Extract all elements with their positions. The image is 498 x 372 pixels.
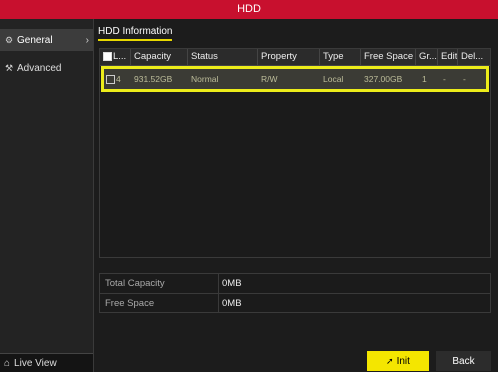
tools-icon: ⚒ [4,62,14,73]
home-icon: ⌂ [4,357,11,369]
sidebar-item-label: Advanced [17,62,62,74]
total-capacity-row: Total Capacity 0MB [100,274,490,293]
table-header: L... Capacity Status Property Type Free … [100,49,490,66]
sidebar-item-general[interactable]: ⚙ General › [0,29,93,51]
select-all-checkbox[interactable] [103,51,112,61]
column-header-edit[interactable]: Edit [438,49,458,65]
cursor-icon: ➚ [386,355,394,366]
column-header-type[interactable]: Type [320,49,361,65]
delete-icon[interactable]: - [461,69,481,89]
capacity-summary: Total Capacity 0MB Free Space 0MB [99,273,491,313]
tab-hdd-information[interactable]: HDD Information [98,26,173,41]
column-header-status[interactable]: Status [188,49,258,65]
free-space-label: Free Space [105,298,155,309]
edit-icon[interactable]: - [441,69,459,89]
live-view-button[interactable]: ⌂ Live View [0,353,93,372]
row-property: R/W [261,74,278,84]
column-header-capacity[interactable]: Capacity [131,49,188,65]
live-view-label: Live View [14,357,57,369]
row-free-space: 327.00GB [364,74,403,84]
free-space-value: 0MB [222,298,242,309]
row-group: 1 [422,74,427,84]
sidebar-item-label: General [17,34,53,46]
column-header-label[interactable]: L... [100,49,131,65]
row-checkbox[interactable] [106,75,115,85]
column-header-group[interactable]: Gr... [416,49,438,65]
back-button[interactable]: Back [436,351,491,371]
divider [218,294,219,313]
total-capacity-value: 0MB [222,278,242,289]
sidebar: ⚙ General › ⚒ Advanced [0,19,94,372]
hdd-table: L... Capacity Status Property Type Free … [99,48,491,258]
gear-icon: ⚙ [4,34,14,45]
window-title: HDD [0,0,498,19]
sidebar-item-advanced[interactable]: ⚒ Advanced [0,57,93,79]
column-header-free-space[interactable]: Free Space [361,49,416,65]
row-status: Normal [191,74,219,84]
table-row[interactable]: 4 931.52GB Normal R/W Local 327.00GB 1 -… [101,66,489,92]
row-type: Local [323,74,344,84]
row-capacity: 931.52GB [134,74,173,84]
column-header-delete[interactable]: Del... [458,49,490,65]
divider [218,274,219,293]
chevron-right-icon: › [85,34,89,46]
column-header-property[interactable]: Property [258,49,320,65]
tab-bar: HDD Information [94,19,498,43]
total-capacity-label: Total Capacity [105,278,165,289]
init-button[interactable]: ➚ Init [367,351,429,371]
row-label: 4 [104,69,132,89]
free-space-row: Free Space 0MB [100,294,490,313]
